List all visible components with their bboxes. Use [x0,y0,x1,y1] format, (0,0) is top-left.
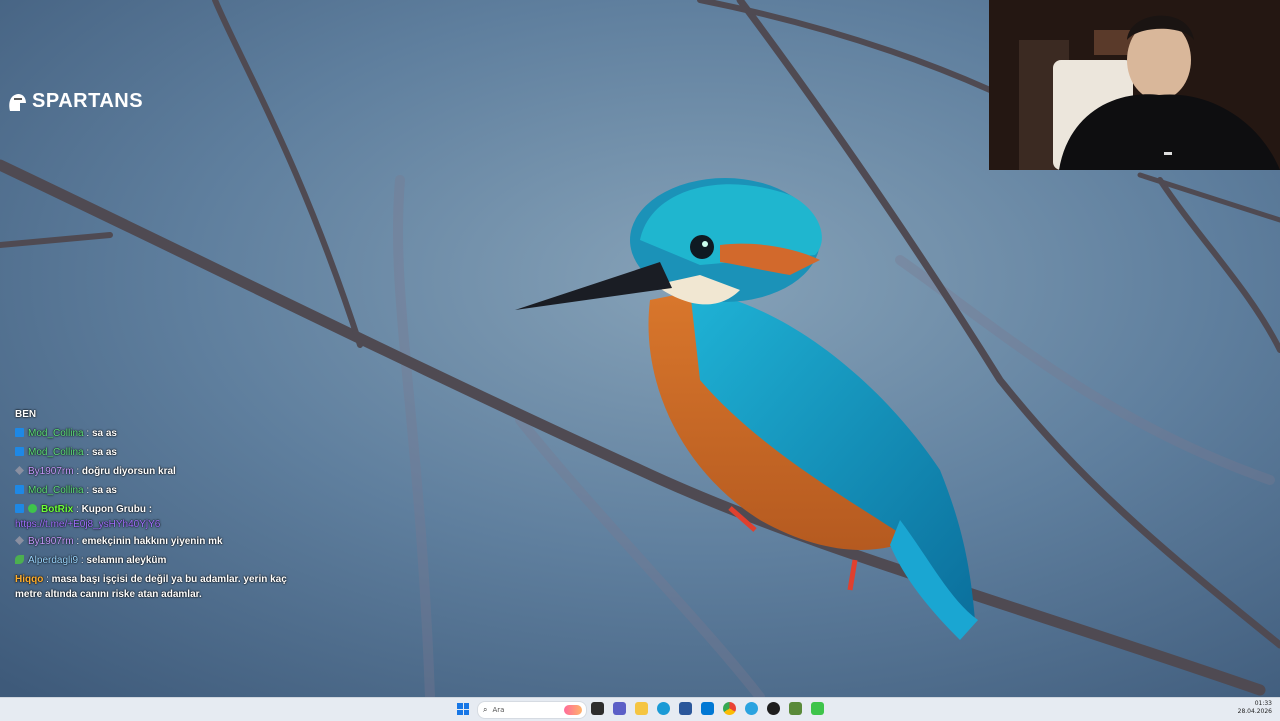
clock-date: 28.04.2026 [1237,708,1272,715]
chat-username[interactable]: Mod_Collina [28,447,84,458]
edge-icon[interactable] [657,702,670,715]
search-highlight-icon [564,705,582,715]
chrome-icon[interactable] [723,702,736,715]
chat-text: emekçinin hakkını yiyenin mk [81,536,223,547]
chat-username[interactable]: By1907rm [28,466,74,477]
chat-username[interactable]: Mod_Collina [28,428,84,439]
widgets-icon[interactable] [613,702,626,715]
store-icon[interactable] [679,702,692,715]
clock-time: 01:33 [1254,700,1272,707]
search-placeholder: Ara [492,706,505,714]
bot-badge-icon [28,504,37,513]
subscriber-badge-icon [15,466,24,475]
moderator-badge-icon [15,428,24,437]
chat-username[interactable]: Hiqqo [15,574,43,585]
chat-text: sa as [91,447,117,458]
chat-message: BotRix : Kupon Grubu : https://t.me/+E0j… [15,504,161,530]
search-icon: ⌕ [483,705,488,714]
system-clock[interactable]: 01:33 28.04.2026 [1238,700,1272,716]
taskbar: ⌕ Ara 01:33 28.04.2026 [0,697,1280,721]
spartan-helmet-icon [9,93,26,111]
chat-message: Mod_Collina : sa as [15,443,295,462]
windows-start-icon[interactable] [457,703,469,715]
chat-text: sa as [91,428,117,439]
chat-message: By1907rm : doğru diyorsun kral [15,462,295,481]
chat-username[interactable]: By1907rm [28,536,74,547]
chat-message: Alperdagli9 : selamın aleyküm [15,551,295,570]
moderator-badge-icon [15,447,24,456]
logo-text: SPARTANS [32,90,144,112]
mail-icon[interactable] [701,702,714,715]
chat-link[interactable]: https://t.me/+E0j8_ysHYh40YjY6 [15,519,160,530]
chat-text: masa başı işçisi de değil ya bu adamlar.… [15,574,287,600]
chat-text: selamın aleyküm [86,555,167,566]
chat-message: Mod_Collina : sa as [15,424,295,443]
chat-username[interactable]: Alperdagli9 [28,555,78,566]
media-icon[interactable] [767,702,780,715]
chat-overlay: BEN Mod_Collina : sa as Mod_Collina : sa… [15,405,295,602]
channel-logo: SPARTANS [6,90,143,113]
chat-username[interactable]: Mod_Collina [28,485,84,496]
chat-text: sa as [91,485,117,496]
minecraft-icon[interactable] [789,702,802,715]
file-explorer-icon[interactable] [635,702,648,715]
chat-message: Mod_Collina : sa as [15,481,295,500]
files-icon[interactable] [591,702,604,715]
moderator-badge-icon [15,504,24,513]
chat-message: By1907rm : emekçinin hakkını yiyenin mk [15,532,295,551]
telegram-icon[interactable] [745,702,758,715]
leaf-badge-icon [15,555,24,564]
moderator-badge-icon [15,485,24,494]
app-icon[interactable] [811,702,824,715]
chat-text: Kupon Grubu : [81,504,153,515]
streamer-video [989,0,1280,170]
chat-username[interactable]: BotRix [41,504,73,515]
webcam-overlay [989,0,1280,170]
chat-text: doğru diyorsun kral [81,466,176,477]
subscriber-badge-icon [15,536,24,545]
taskbar-search[interactable]: ⌕ Ara [477,701,587,719]
chat-header: BEN [15,409,37,420]
chat-message: Hiqqo : masa başı işçisi de değil ya bu … [15,574,287,600]
